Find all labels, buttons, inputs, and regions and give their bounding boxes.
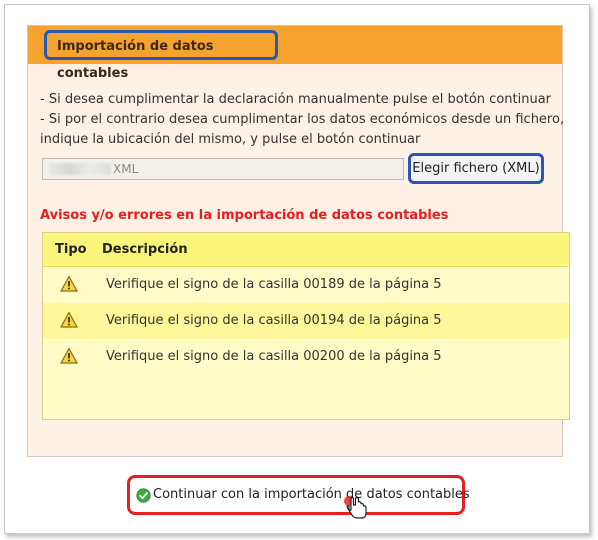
table-row: Verifique el signo de la casilla 00194 d… [43,303,569,339]
row-description: Verifique el signo de la casilla 00189 d… [106,277,442,292]
screenshot-frame: Importación de datos contables - Si dese… [4,4,590,534]
warnings-table: Tipo Descripción Verifique el signo de l… [42,232,570,420]
table-row: Verifique el signo de la casilla 00200 d… [43,339,569,375]
continue-import-button[interactable]: Continuar con la importación de datos co… [127,475,470,515]
warnings-title: Avisos y/o errores en la importación de … [40,208,449,223]
column-header-tipo: Tipo [55,242,87,257]
row-description: Verifique el signo de la casilla 00194 d… [106,313,442,328]
file-path-value: XML [113,162,139,176]
panel-title: Importación de datos contables [44,30,278,81]
choose-file-button[interactable]: Elegir fichero (XML) [408,153,544,184]
table-row: Verifique el signo de la casilla 00189 d… [43,267,569,303]
instruction-line-1: - Si desea cumplimentar la declaración m… [40,92,552,107]
instruction-line-3: indique la ubicación del mismo, y pulse … [40,132,421,147]
warning-icon [60,311,78,328]
check-circle-icon [136,488,151,503]
warning-icon [60,275,78,292]
blurred-filename [49,163,111,175]
row-description: Verifique el signo de la casilla 00200 d… [106,349,442,364]
instruction-line-2: - Si por el contrario desea cumplimentar… [40,112,565,127]
file-path-input[interactable]: XML [42,158,404,180]
continue-import-label: Continuar con la importación de datos co… [153,487,470,502]
table-header: Tipo Descripción [43,233,569,267]
warning-icon [60,347,78,364]
instructions: - Si desea cumplimentar la declaración m… [40,90,565,150]
import-panel: Importación de datos contables - Si dese… [27,25,570,457]
column-header-descripcion: Descripción [102,242,188,257]
